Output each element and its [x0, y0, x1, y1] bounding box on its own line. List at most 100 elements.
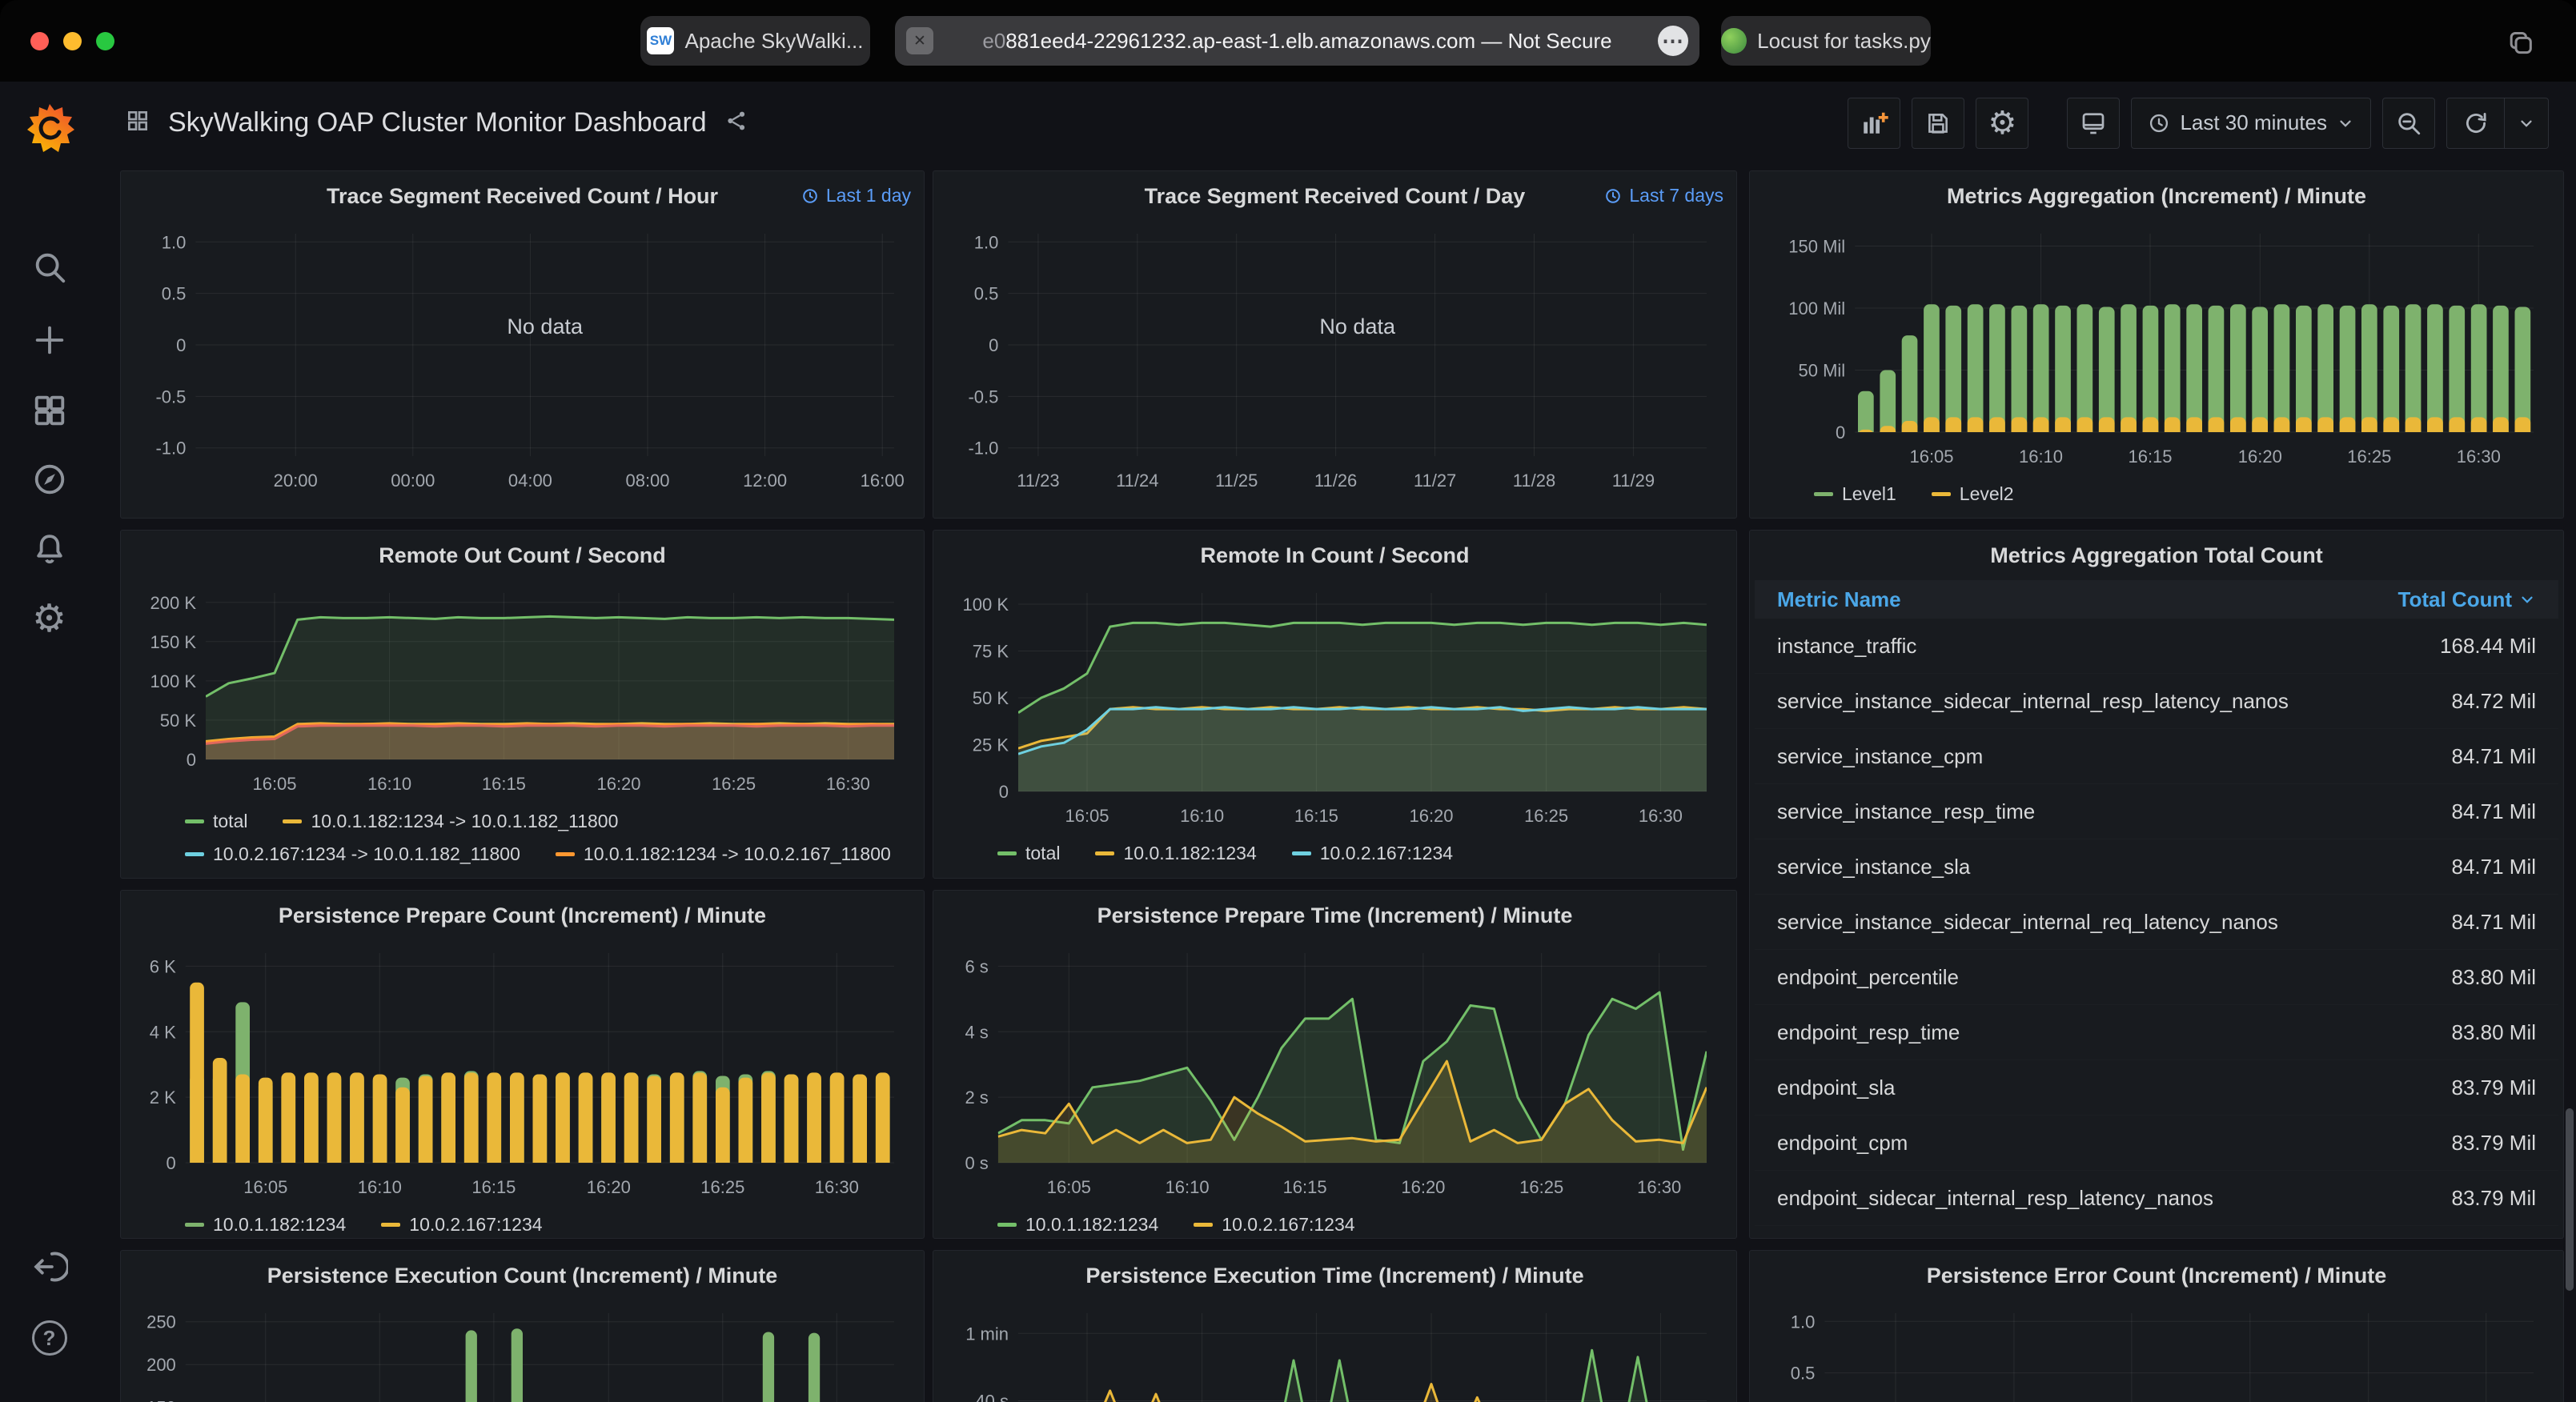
- legend-item[interactable]: 10.0.1.182:1234: [185, 1208, 346, 1239]
- zoom-window-button[interactable]: [96, 32, 114, 50]
- tab-more-icon[interactable]: ⋯: [1658, 26, 1688, 56]
- add-panel-button[interactable]: [1848, 98, 1900, 149]
- panel-title[interactable]: Persistence Error Count (Increment) / Mi…: [1927, 1264, 2387, 1288]
- panel-title[interactable]: Metrics Aggregation Total Count: [1990, 543, 2323, 568]
- svg-text:0: 0: [1836, 423, 1845, 443]
- panel-title[interactable]: Remote In Count / Second: [1200, 543, 1469, 568]
- dashboard-grid-icon[interactable]: [125, 108, 150, 138]
- table-header-total-count[interactable]: Total Count: [2398, 587, 2536, 612]
- tab-active-address[interactable]: ✕ e0881eed4-22961232.ap-east-1.elb.amazo…: [895, 16, 1699, 66]
- dashboards-icon[interactable]: [0, 392, 98, 429]
- panel-prep-count: Persistence Prepare Count (Increment) / …: [120, 890, 925, 1239]
- svg-text:2 K: 2 K: [150, 1088, 176, 1108]
- legend-item[interactable]: Level1: [1814, 478, 1896, 511]
- dashboard-scrollbar[interactable]: [2566, 1108, 2574, 1291]
- legend-item[interactable]: 10.0.1.182:1234 -> 10.0.2.167_11800: [556, 838, 891, 871]
- legend-item[interactable]: 10.0.1.182:1234: [997, 1208, 1158, 1239]
- svg-text:16:20: 16:20: [2238, 447, 2282, 467]
- panel-trace-day: Trace Segment Received Count / DayLast 7…: [933, 170, 1737, 519]
- legend-item[interactable]: 10.0.2.167:1234 -> 10.0.2.167_11800: [185, 871, 520, 879]
- svg-text:50 Mil: 50 Mil: [1799, 361, 1846, 381]
- tab-overview-icon[interactable]: [2504, 27, 2536, 63]
- traffic-lights: [30, 32, 114, 50]
- save-dashboard-button[interactable]: [1912, 98, 1964, 149]
- sign-out-icon[interactable]: [0, 1248, 98, 1285]
- tab-locust[interactable]: Locust for tasks.py: [1721, 16, 1931, 66]
- svg-text:16:10: 16:10: [2019, 447, 2063, 467]
- chart-trace-day[interactable]: 1.00.50-0.5-1.011/2311/2411/2511/2611/27…: [941, 221, 1731, 498]
- chart-exec-count[interactable]: 25020015010050016:0516:1016:1516:2016:25…: [128, 1300, 918, 1402]
- minimize-window-button[interactable]: [63, 32, 82, 50]
- panel-metrics-agg: Metrics Aggregation (Increment) / Minute…: [1749, 170, 2564, 519]
- panel-title[interactable]: Remote Out Count / Second: [379, 543, 666, 568]
- svg-text:16:20: 16:20: [587, 1177, 631, 1197]
- search-icon[interactable]: [0, 249, 98, 286]
- svg-text:16:15: 16:15: [1283, 1177, 1327, 1197]
- legend-item[interactable]: 10.0.1.182:1234 -> 10.0.1.182_11800: [283, 805, 618, 838]
- svg-text:150: 150: [146, 1398, 176, 1402]
- refresh-dashboard-button[interactable]: [2446, 98, 2549, 149]
- alerting-bell-icon[interactable]: [0, 531, 98, 568]
- tab-apache-skywalking[interactable]: SW Apache SkyWalki...: [640, 16, 870, 66]
- chart-trace-hour[interactable]: 1.00.50-0.5-1.020:0000:0004:0008:0012:00…: [128, 221, 918, 498]
- svg-text:16:30: 16:30: [1639, 806, 1683, 826]
- legend-item[interactable]: Level2: [1932, 478, 2014, 511]
- time-range-picker[interactable]: Last 30 minutes: [2131, 98, 2371, 149]
- svg-text:11/25: 11/25: [1215, 471, 1258, 491]
- chart-error-count[interactable]: 1.00.50-0.5-1.016:0516:1016:1516:2016:25…: [1757, 1300, 2558, 1402]
- refresh-interval-dropdown[interactable]: [2505, 98, 2548, 148]
- table-header-metric-name[interactable]: Metric Name: [1777, 587, 1901, 612]
- legend-item[interactable]: 10.0.1.182:1234: [1095, 837, 1256, 870]
- close-window-button[interactable]: [30, 32, 49, 50]
- legend-item[interactable]: 10.0.2.167:1234: [1292, 837, 1453, 870]
- legend-item[interactable]: total: [185, 805, 247, 838]
- panel-title[interactable]: Persistence Execution Count (Increment) …: [267, 1264, 778, 1288]
- dashboard-settings-button[interactable]: ⚙: [1976, 98, 2028, 149]
- create-icon[interactable]: [0, 322, 98, 359]
- locust-favicon: [1721, 28, 1747, 54]
- chart-remote-out[interactable]: 200 K150 K100 K50 K016:0516:1016:1516:20…: [128, 580, 918, 801]
- table-row: endpoint_percentile83.80 Mil: [1755, 950, 2558, 1005]
- share-icon[interactable]: [724, 109, 748, 137]
- chart-remote-in[interactable]: 100 K75 K50 K25 K016:0516:1016:1516:2016…: [941, 580, 1731, 833]
- svg-text:100 Mil: 100 Mil: [1788, 298, 1845, 318]
- svg-text:11/24: 11/24: [1116, 471, 1158, 491]
- tab-url: e0881eed4-22961232.ap-east-1.elb.amazona…: [982, 29, 1611, 54]
- help-icon[interactable]: ?: [0, 1320, 98, 1356]
- panel-title[interactable]: Trace Segment Received Count / Hour: [327, 184, 718, 209]
- panel-exec-time: Persistence Execution Time (Increment) /…: [933, 1250, 1737, 1402]
- table-row: service_instance_sidecar_internal_req_la…: [1755, 895, 2558, 950]
- time-range-badge: Last 1 day: [801, 185, 911, 206]
- metric-name-cell: endpoint_percentile: [1777, 965, 1959, 990]
- chart-metrics-agg[interactable]: 150 Mil100 Mil50 Mil016:0516:1016:1516:2…: [1757, 221, 2558, 474]
- panel-title[interactable]: Persistence Prepare Count (Increment) / …: [279, 903, 766, 928]
- svg-text:16:30: 16:30: [1637, 1177, 1681, 1197]
- legend-item[interactable]: 10.0.2.167:1234 -> 10.0.1.182_11800: [185, 838, 520, 871]
- chart-exec-time[interactable]: 1 min40 s20 s0 s16:0516:1016:1516:2016:2…: [941, 1300, 1731, 1402]
- svg-text:0.5: 0.5: [162, 284, 187, 304]
- svg-text:16:25: 16:25: [1524, 806, 1568, 826]
- svg-text:100 K: 100 K: [963, 595, 1009, 615]
- panel-title[interactable]: Persistence Prepare Time (Increment) / M…: [1097, 903, 1573, 928]
- panel-title[interactable]: Metrics Aggregation (Increment) / Minute: [1947, 184, 2366, 209]
- legend-item[interactable]: 10.0.2.167:1234: [1194, 1208, 1354, 1239]
- tab-close-icon[interactable]: ✕: [906, 27, 933, 54]
- panel-trace-hour: Trace Segment Received Count / Hour Last …: [120, 170, 925, 519]
- zoom-out-time-button[interactable]: [2382, 98, 2435, 149]
- panel-title[interactable]: Trace Segment Received Count / Day: [1145, 184, 1526, 209]
- configuration-gear-icon[interactable]: ⚙: [0, 600, 98, 639]
- chart-prep-count[interactable]: 6 K4 K2 K016:0516:1016:1516:2016:2516:30: [128, 940, 918, 1204]
- svg-text:0: 0: [187, 750, 196, 770]
- explore-icon[interactable]: [0, 461, 98, 498]
- svg-text:1.0: 1.0: [1791, 1312, 1816, 1332]
- grafana-logo[interactable]: [0, 102, 98, 154]
- chart-prep-time[interactable]: 6 s4 s2 s0 s16:0516:1016:1516:2016:2516:…: [941, 940, 1731, 1204]
- cycle-view-mode-button[interactable]: [2067, 98, 2120, 149]
- panel-title[interactable]: Persistence Execution Time (Increment) /…: [1085, 1264, 1583, 1288]
- legend-item[interactable]: total: [997, 837, 1060, 870]
- total-count-cell: 84.71 Mil: [2452, 910, 2537, 935]
- panel-header: Persistence Error Count (Increment) / Mi…: [1750, 1251, 2563, 1300]
- legend-item[interactable]: 10.0.2.167:1234: [381, 1208, 542, 1239]
- skywalking-favicon: SW: [647, 27, 674, 54]
- refresh-icon[interactable]: [2447, 98, 2505, 148]
